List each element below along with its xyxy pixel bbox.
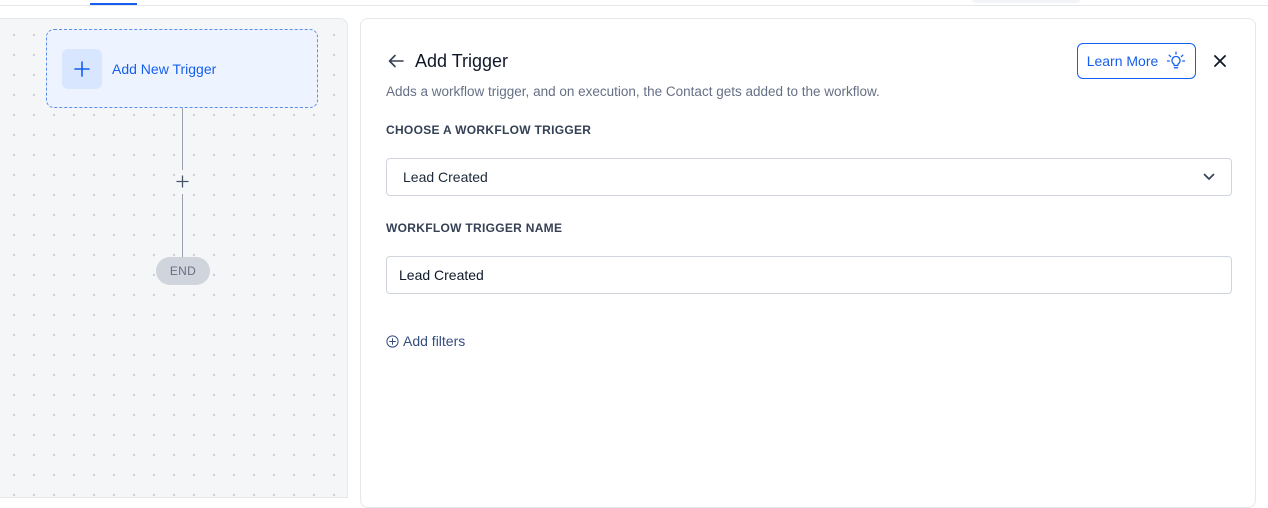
add-new-trigger-card[interactable]: Add New Trigger bbox=[46, 29, 318, 108]
top-bar bbox=[0, 0, 1268, 6]
close-icon bbox=[1214, 55, 1226, 67]
plus-circle-icon bbox=[386, 334, 399, 348]
panel-description: Adds a workflow trigger, and on executio… bbox=[386, 84, 880, 99]
trigger-select[interactable]: Lead Created bbox=[386, 158, 1232, 196]
add-trigger-panel: Add Trigger Adds a workflow trigger, and… bbox=[360, 18, 1256, 508]
active-tab-indicator bbox=[90, 3, 137, 5]
trigger-select-value: Lead Created bbox=[403, 169, 488, 185]
back-button[interactable] bbox=[385, 50, 407, 72]
plus-icon bbox=[62, 48, 102, 89]
top-control[interactable] bbox=[972, 0, 1080, 3]
trigger-name-label: WORKFLOW TRIGGER NAME bbox=[386, 221, 563, 235]
add-step-button[interactable] bbox=[172, 171, 193, 192]
arrow-left-icon bbox=[388, 54, 404, 68]
workflow-canvas[interactable]: Add New Trigger END bbox=[0, 18, 348, 498]
close-button[interactable] bbox=[1209, 50, 1231, 72]
panel-header: Add Trigger bbox=[385, 49, 508, 73]
end-node: END bbox=[156, 257, 210, 285]
plus-icon bbox=[176, 175, 189, 188]
learn-more-label: Learn More bbox=[1086, 53, 1159, 69]
trigger-select-label: CHOOSE A WORKFLOW TRIGGER bbox=[386, 123, 592, 137]
connector-line-top bbox=[182, 108, 183, 170]
connector-line-bottom bbox=[182, 194, 183, 257]
chevron-down-icon bbox=[1203, 173, 1215, 180]
panel-title: Add Trigger bbox=[415, 50, 509, 71]
trigger-card-label: Add New Trigger bbox=[112, 60, 217, 77]
add-filters-link[interactable]: Add filters bbox=[386, 332, 465, 350]
learn-more-button[interactable]: Learn More bbox=[1077, 43, 1196, 79]
trigger-name-input[interactable] bbox=[386, 256, 1232, 294]
add-filters-label: Add filters bbox=[403, 333, 466, 349]
lightbulb-icon bbox=[1166, 51, 1186, 71]
